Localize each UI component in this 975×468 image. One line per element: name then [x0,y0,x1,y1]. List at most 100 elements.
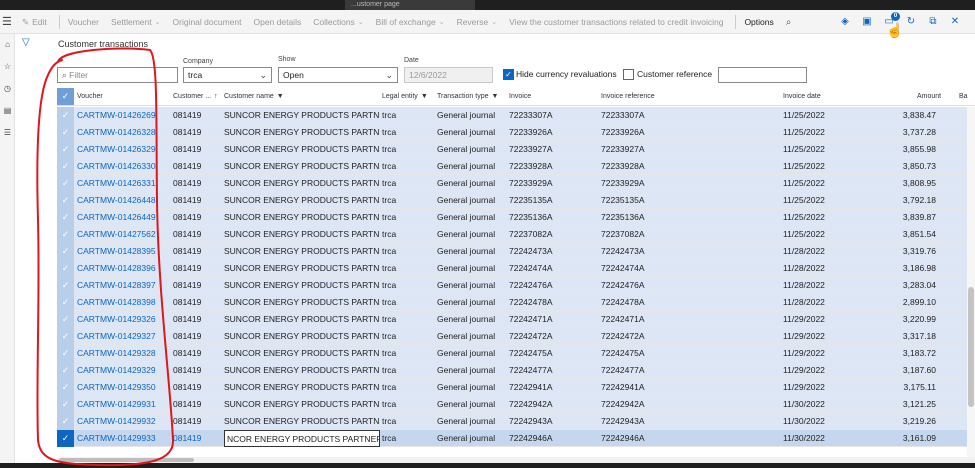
row-checkbox[interactable]: ✓ [57,192,74,209]
home-icon[interactable]: ⌂ [0,34,15,56]
table-row[interactable]: ✓ CARTMW-01426331 081419 SUNCOR ENERGY PROD… [57,175,975,192]
table-row[interactable]: ✓ CARTMW-01428398 081419 SUNCOR ENERGY PROD… [57,294,975,311]
refresh-icon[interactable]: ↻ [903,14,919,30]
col-invoice[interactable]: Invoice [509,87,531,106]
table-row[interactable]: ✓ CARTMW-01429350 081419 SUNCOR ENERGY PROD… [57,379,975,396]
row-checkbox[interactable]: ✓ [57,379,74,396]
cell-customer-name[interactable]: NCOR ENERGY PRODUCTS PARTNERSHIP [224,430,380,447]
horizontal-scroll-thumb[interactable] [59,458,194,462]
row-checkbox[interactable]: ✓ [57,311,74,328]
select-all-checkbox[interactable]: ✓ [57,88,74,105]
customer-reference-input[interactable] [718,67,807,83]
table-row[interactable]: ✓ CARTMW-01429931 081419 SUNCOR ENERGY PROD… [57,396,975,413]
table-row[interactable]: ✓ CARTMW-01428395 081419 SUNCOR ENERGY PROD… [57,243,975,260]
cell-voucher[interactable]: CARTMW-01428397 [77,277,171,294]
table-row[interactable]: ✓ CARTMW-01427562 081419 SUNCOR ENERGY PROD… [57,226,975,243]
filter-input[interactable]: ⌕ Filter [57,67,178,83]
table-row[interactable]: ✓ CARTMW-01428397 081419 SUNCOR ENERGY PROD… [57,277,975,294]
office-icon[interactable]: ▣ [859,14,875,30]
cell-voucher[interactable]: CARTMW-01429329 [77,362,171,379]
vertical-scrollbar[interactable] [967,107,975,457]
row-checkbox[interactable]: ✓ [57,124,74,141]
table-row[interactable]: ✓ CARTMW-01426269 081419 SUNCOR ENERGY PROD… [57,107,975,124]
cell-voucher[interactable]: CARTMW-01426269 [77,107,171,124]
table-row[interactable]: ✓ CARTMW-01426330 081419 SUNCOR ENERGY PROD… [57,158,975,175]
row-checkbox[interactable]: ✓ [57,345,74,362]
cell-voucher[interactable]: CARTMW-01427562 [77,226,171,243]
table-row[interactable]: ✓ CARTMW-01426448 081419 SUNCOR ENERGY PROD… [57,192,975,209]
col-customer-name[interactable]: Customer name ▼ [224,87,284,106]
col-invoice-date[interactable]: Invoice date [783,87,821,106]
filter-pane-icon[interactable]: ▽ [22,37,30,48]
vertical-scroll-thumb[interactable] [968,287,974,407]
action-view-the-customer-transactions-related-to-credit-invoicing[interactable]: View the customer transactions related t… [509,17,723,27]
action-options[interactable]: Options [744,17,773,27]
open-new-window-icon[interactable]: ⧉ [925,14,941,30]
date-input[interactable]: 12/6/2022 [404,67,493,83]
row-checkbox[interactable]: ✓ [57,175,74,192]
table-row[interactable]: ✓ CARTMW-01429327 081419 SUNCOR ENERGY PROD… [57,328,975,345]
col-transaction-type[interactable]: Transaction type ▼ [437,87,498,106]
col-invoice-reference[interactable]: Invoice reference [601,87,655,106]
cell-voucher[interactable]: CARTMW-01428396 [77,260,171,277]
table-row[interactable]: ✓ CARTMW-01426329 081419 SUNCOR ENERGY PROD… [57,141,975,158]
col-legal-entity[interactable]: Legal entity ▼ [382,87,428,106]
row-checkbox[interactable]: ✓ [57,277,74,294]
action-reverse[interactable]: Reverse ⌄ [457,17,498,27]
table-row[interactable]: ✓ CARTMW-01429328 081419 SUNCOR ENERGY PROD… [57,345,975,362]
cell-voucher[interactable]: CARTMW-01428398 [77,294,171,311]
cell-voucher[interactable]: CARTMW-01429933 [77,430,171,447]
row-checkbox[interactable]: ✓ [57,260,74,277]
cell-voucher[interactable]: CARTMW-01429932 [77,413,171,430]
cell-voucher[interactable]: CARTMW-01426329 [77,141,171,158]
table-row[interactable]: ✓ CARTMW-01428396 081419 SUNCOR ENERGY PROD… [57,260,975,277]
diamond-icon[interactable]: ◈ [837,14,853,30]
cell-voucher[interactable]: CARTMW-01429931 [77,396,171,413]
table-row[interactable]: ✓ CARTMW-01429933 081419 NCOR ENERGY PRODUC… [57,430,975,447]
star-icon[interactable]: ☆ [0,56,15,78]
row-checkbox[interactable]: ✓ [57,396,74,413]
cell-voucher[interactable]: CARTMW-01429328 [77,345,171,362]
table-row[interactable]: ✓ CARTMW-01426449 081419 SUNCOR ENERGY PROD… [57,209,975,226]
cell-voucher[interactable]: CARTMW-01426328 [77,124,171,141]
row-checkbox[interactable]: ✓ [57,141,74,158]
global-search-box[interactable]: ...ustomer page [345,0,475,10]
action-settlement[interactable]: Settlement ⌄ [111,17,161,27]
cell-voucher[interactable]: CARTMW-01428395 [77,243,171,260]
hamburger-menu-icon[interactable]: ☰ [2,15,12,28]
row-checkbox[interactable]: ✓ [57,294,74,311]
cell-voucher[interactable]: CARTMW-01426449 [77,209,171,226]
cell-voucher[interactable]: CARTMW-01429350 [77,379,171,396]
row-checkbox[interactable]: ✓ [57,107,74,124]
customer-reference-checkbox[interactable] [623,69,634,80]
action-open-details[interactable]: Open details [253,17,301,27]
search-icon[interactable]: ⌕ [786,17,792,28]
row-checkbox[interactable]: ✓ [57,243,74,260]
cell-voucher[interactable]: CARTMW-01426331 [77,175,171,192]
close-icon[interactable]: ✕ [947,14,963,30]
table-row[interactable]: ✓ CARTMW-01429326 081419 SUNCOR ENERGY PROD… [57,311,975,328]
cell-voucher[interactable]: CARTMW-01429327 [77,328,171,345]
col-balance[interactable]: Ba [959,87,968,106]
row-checkbox[interactable]: ✓ [57,328,74,345]
col-amount[interactable]: Amount [917,87,941,106]
hide-currency-checkbox[interactable]: ✓ [503,69,514,80]
show-select[interactable]: Open ⌄ [278,67,398,83]
action-original-document[interactable]: Original document [173,17,242,27]
table-row[interactable]: ✓ CARTMW-01429329 081419 SUNCOR ENERGY PROD… [57,362,975,379]
clock-icon[interactable]: ◷ [0,78,15,100]
row-checkbox[interactable]: ✓ [57,158,74,175]
action-voucher[interactable]: Voucher [68,17,99,27]
row-checkbox[interactable]: ✓ [57,209,74,226]
cell-voucher[interactable]: CARTMW-01429326 [77,311,171,328]
company-select[interactable]: trca ⌄ [183,67,272,83]
col-customer[interactable]: Customer ... ↑ [173,87,218,106]
table-row[interactable]: ✓ CARTMW-01429932 081419 SUNCOR ENERGY PROD… [57,413,975,430]
col-voucher[interactable]: Voucher [77,87,103,106]
row-checkbox[interactable]: ✓ [57,413,74,430]
list-icon[interactable]: ☰ [0,122,15,144]
cell-voucher[interactable]: CARTMW-01426330 [77,158,171,175]
action-collections[interactable]: Collections ⌄ [313,17,363,27]
row-checkbox[interactable]: ✓ [57,430,74,447]
row-checkbox[interactable]: ✓ [57,226,74,243]
